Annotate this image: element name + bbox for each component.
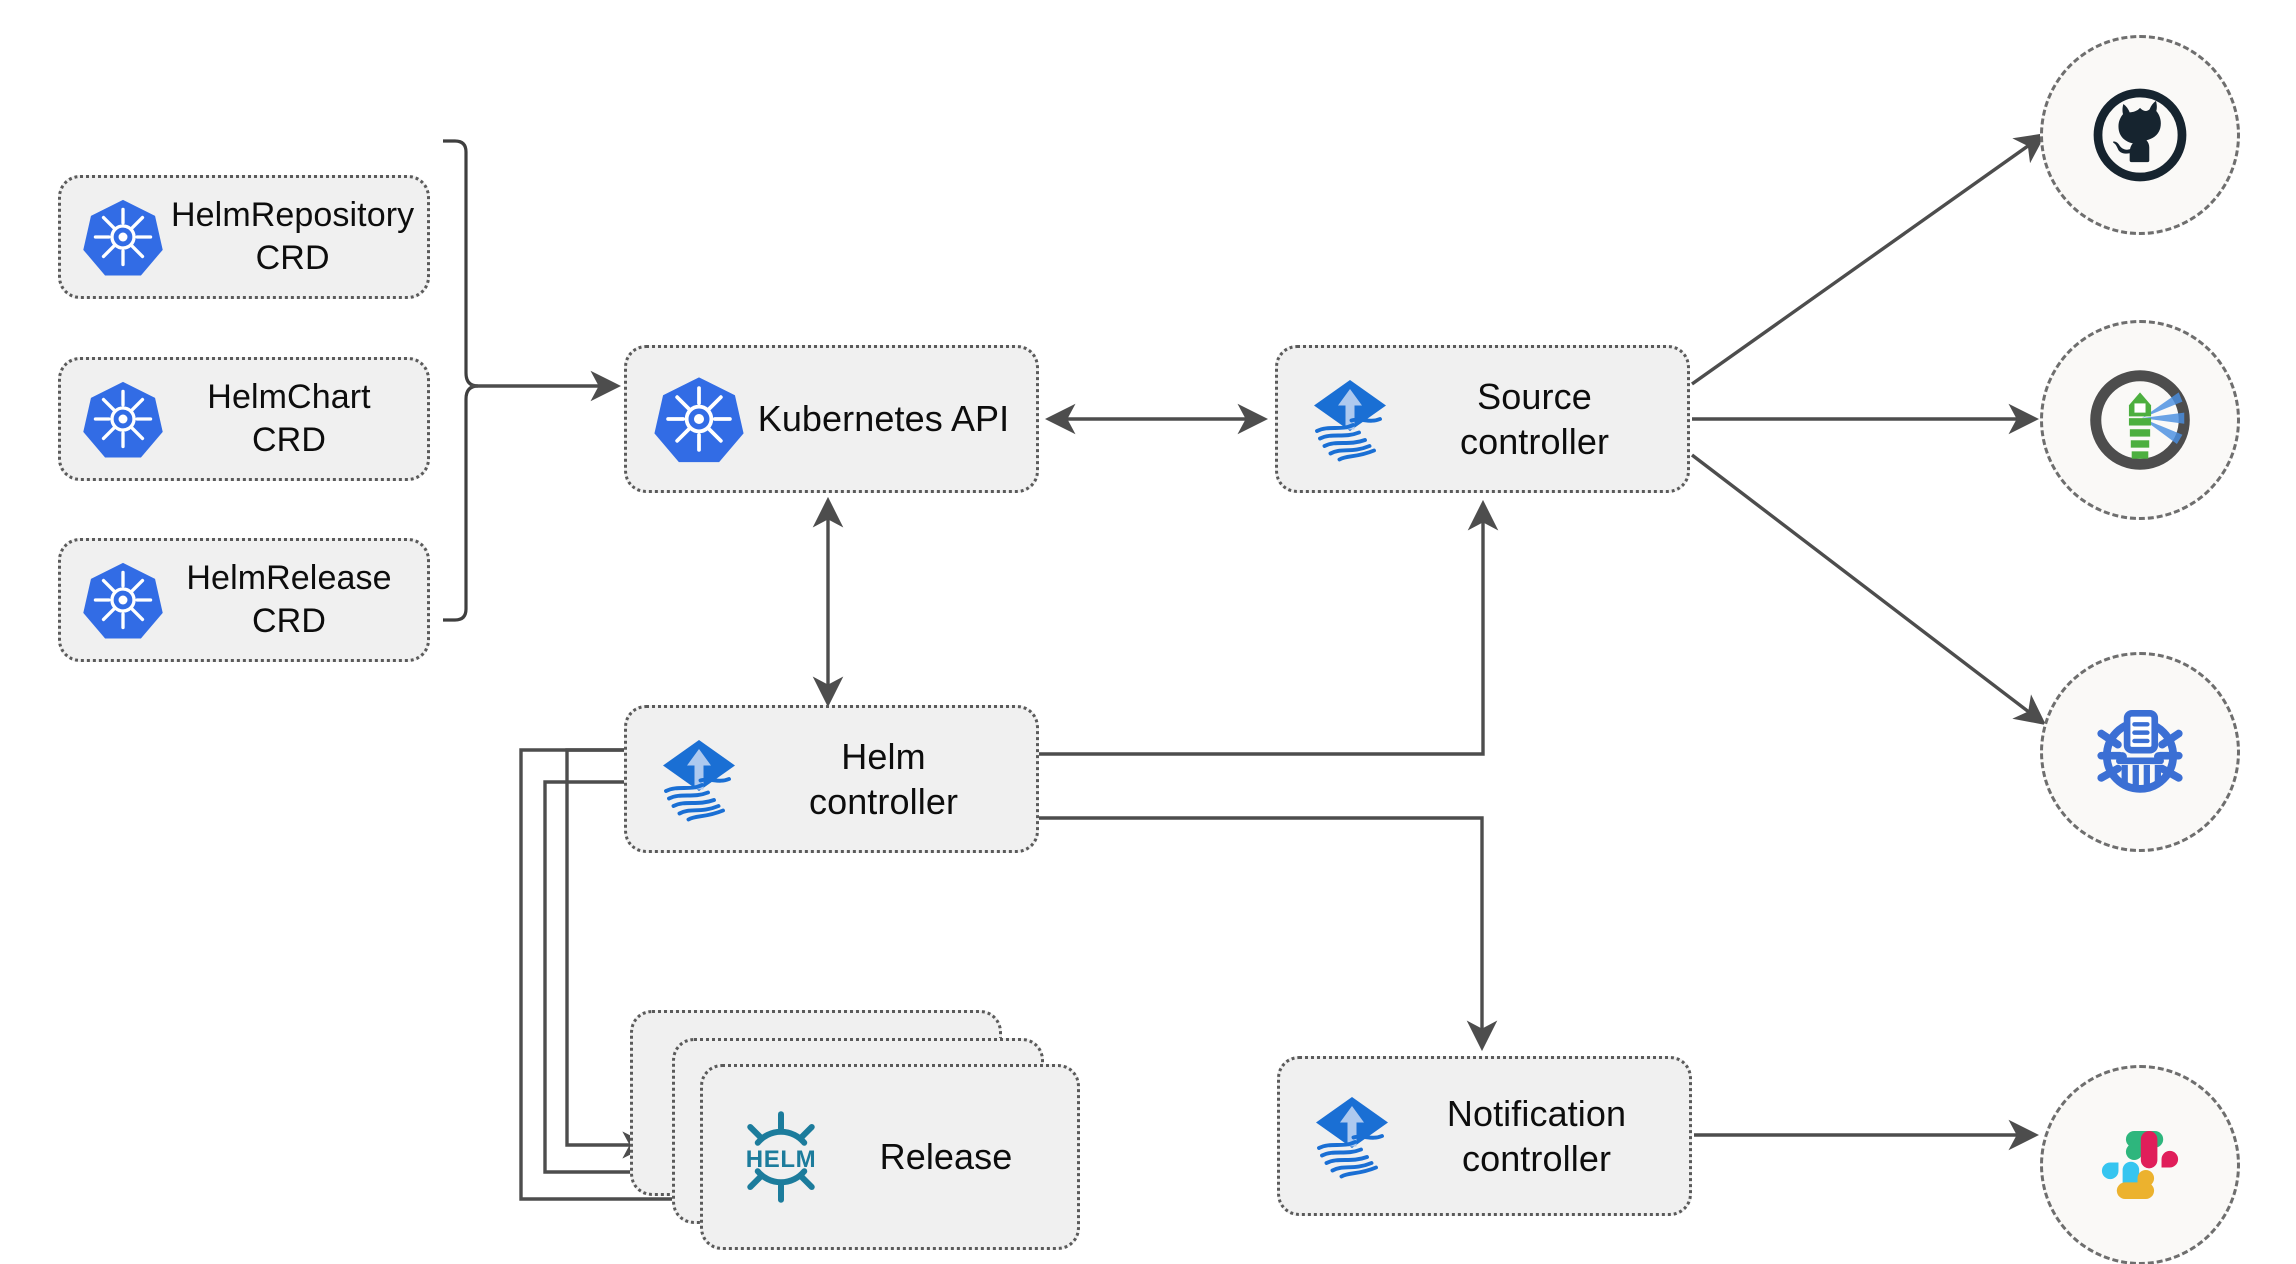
kubernetes-icon (75, 378, 171, 460)
flux-icon (1296, 371, 1404, 467)
edge-helm-to-source (1038, 499, 1499, 756)
node-label: HelmRepository CRD (171, 196, 415, 277)
node-source-controller[interactable]: Source controller (1275, 345, 1690, 493)
kubernetes-icon (75, 196, 171, 278)
kubernetes-icon (645, 373, 753, 465)
github-icon (2093, 88, 2187, 182)
flux-icon (1298, 1088, 1406, 1184)
external-harbor[interactable] (2040, 320, 2240, 520)
node-label: Release (879, 1136, 1013, 1178)
node-helm-controller[interactable]: Helm controller (624, 705, 1039, 853)
edge-helm-to-notification (1038, 816, 1498, 1052)
node-label: HelmRelease CRD (186, 559, 392, 640)
node-label: HelmChart CRD (207, 378, 371, 459)
flux-icon (645, 731, 753, 827)
slack-icon (2101, 1131, 2179, 1199)
node-release[interactable]: HELM Release (700, 1064, 1080, 1250)
svg-text:HELM: HELM (746, 1146, 816, 1173)
node-helmrepository-crd[interactable]: HelmRepository CRD (58, 175, 430, 299)
harbor-icon (2090, 370, 2190, 470)
diagram-canvas: HelmRepository CRD HelmChart CRD HelmRel… (0, 0, 2296, 1264)
helm-icon: HELM (727, 1109, 835, 1205)
node-helmrelease-crd[interactable]: HelmRelease CRD (58, 538, 430, 662)
node-helmchart-crd[interactable]: HelmChart CRD (58, 357, 430, 481)
edge-crd-bracket (443, 139, 479, 622)
node-notification-controller[interactable]: Notification controller (1277, 1056, 1692, 1216)
node-label: Source controller (1459, 375, 1610, 462)
edge-source-to-github (1691, 133, 2047, 386)
external-slack[interactable] (2040, 1065, 2240, 1264)
kubernetes-icon (75, 559, 171, 641)
edge-source-to-chartmuseum (1690, 453, 2047, 726)
node-label: Notification controller (1446, 1092, 1627, 1179)
node-label: Helm controller (808, 735, 959, 822)
external-github[interactable] (2040, 35, 2240, 235)
external-chartmuseum[interactable] (2040, 652, 2240, 852)
node-kubernetes-api[interactable]: Kubernetes API (624, 345, 1039, 493)
node-label: Kubernetes API (757, 398, 1010, 440)
chartmuseum-icon (2097, 709, 2183, 793)
